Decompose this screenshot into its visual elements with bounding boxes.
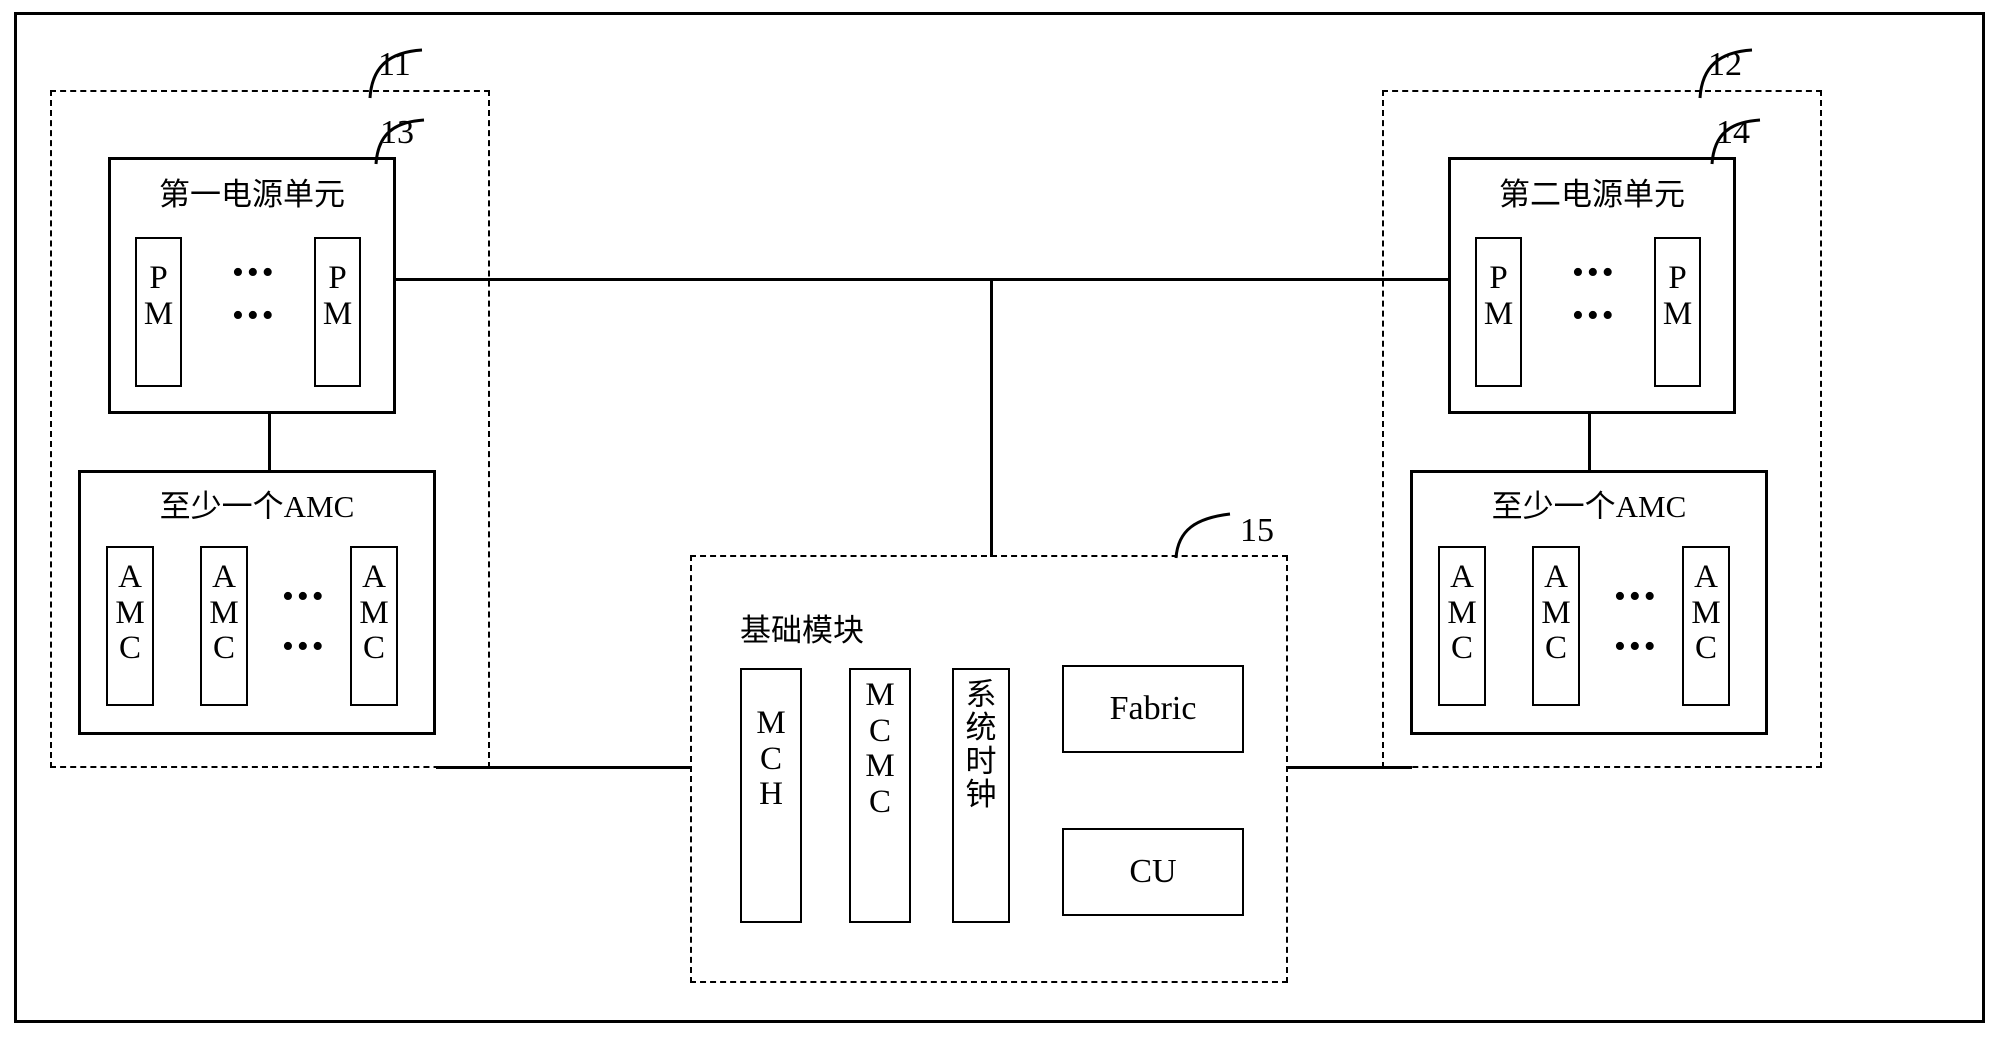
amc-module: A M C <box>350 546 398 706</box>
left-amc-group-title: 至少一个AMC <box>159 489 355 524</box>
connector-left-power-to-amc <box>268 414 271 474</box>
amc-ellipsis-top: ••• <box>1614 578 1659 615</box>
amc-line: C <box>1450 630 1473 667</box>
amc-module-label: A M C <box>1534 559 1578 667</box>
pm-module-label: P M <box>1477 260 1520 332</box>
amc-line: M <box>209 594 239 631</box>
system-clock-label: 系 统 时 钟 <box>954 678 1008 812</box>
power-bus-to-base-module <box>990 278 993 557</box>
second-power-unit-title: 第二电源单元 <box>1499 177 1685 212</box>
amc-module-label: A M C <box>108 559 152 667</box>
amc-module: A M C <box>1532 546 1580 706</box>
amc-module-label: A M C <box>352 559 396 667</box>
ref-number-15: 15 <box>1240 512 1274 549</box>
pm-ellipsis-bottom: ••• <box>1572 297 1617 334</box>
pm-line: M <box>1662 295 1693 332</box>
diagram-canvas: 11 第一电源单元 13 P M P M ••• ••• 至少一个AMC A M… <box>0 0 1999 1037</box>
fabric-block: Fabric <box>1062 665 1244 753</box>
ref-number-11: 11 <box>378 46 411 83</box>
mcmc-line: C <box>868 712 891 749</box>
amc-line: A <box>1544 559 1568 595</box>
pm-line: M <box>1483 295 1514 332</box>
amc-module-label: A M C <box>1684 559 1728 667</box>
cu-block-label: CU <box>1129 853 1177 890</box>
mcmc-block: M C M C <box>849 668 911 923</box>
amc-line: M <box>1541 594 1571 631</box>
mcmc-line: M <box>865 748 895 785</box>
pm-module: P M <box>1654 237 1701 387</box>
leader-line-15 <box>1174 512 1231 559</box>
left-amc-to-base-link <box>436 766 692 769</box>
amc-ellipsis-bottom: ••• <box>1614 628 1659 665</box>
pm-module: P M <box>1475 237 1522 387</box>
pm-module-label: P M <box>316 260 359 332</box>
amc-ellipsis-top: ••• <box>282 578 327 615</box>
pm-line: M <box>143 295 174 332</box>
fabric-block-label: Fabric <box>1109 690 1197 727</box>
amc-line: C <box>1544 630 1567 667</box>
system-clock-block: 系 统 时 钟 <box>952 668 1010 923</box>
pm-module: P M <box>135 237 182 387</box>
pm-line: M <box>322 295 353 332</box>
pm-line: P <box>328 260 347 296</box>
pm-ellipsis-bottom: ••• <box>232 297 277 334</box>
amc-line: M <box>359 594 389 631</box>
first-power-unit-title: 第一电源单元 <box>159 177 345 212</box>
amc-module: A M C <box>1682 546 1730 706</box>
system-clock-line: 钟 <box>965 777 997 813</box>
amc-module-label: A M C <box>1440 559 1484 667</box>
amc-line: A <box>212 559 236 595</box>
mch-line: H <box>759 776 783 813</box>
amc-module: A M C <box>200 546 248 706</box>
pm-line: P <box>1489 260 1508 296</box>
amc-line: M <box>1447 594 1477 631</box>
amc-line: C <box>118 630 141 667</box>
cu-block: CU <box>1062 828 1244 916</box>
mch-line: C <box>759 740 782 777</box>
ref-number-13: 13 <box>380 114 414 151</box>
right-amc-group-title: 至少一个AMC <box>1491 489 1687 524</box>
pm-module-label: P M <box>1656 260 1699 332</box>
amc-line: M <box>115 594 145 631</box>
amc-line: M <box>1691 594 1721 631</box>
pm-line: P <box>149 260 168 296</box>
amc-line: C <box>362 630 385 667</box>
amc-line: A <box>118 559 142 595</box>
amc-module: A M C <box>106 546 154 706</box>
power-bus-horizontal <box>396 278 1448 281</box>
amc-module-label: A M C <box>202 559 246 667</box>
amc-line: A <box>1694 559 1718 595</box>
amc-line: A <box>362 559 386 595</box>
amc-ellipsis-bottom: ••• <box>282 628 327 665</box>
system-clock-line: 系 <box>965 677 997 712</box>
mch-line: M <box>756 705 786 741</box>
pm-module-label: P M <box>137 260 180 332</box>
ref-number-12: 12 <box>1708 46 1742 83</box>
pm-ellipsis-top: ••• <box>1572 254 1617 291</box>
mcmc-block-label: M C M C <box>851 677 909 821</box>
amc-line: C <box>212 630 235 667</box>
ref-number-14: 14 <box>1716 114 1750 151</box>
mcmc-line: M <box>865 677 895 713</box>
system-clock-line: 统 <box>965 710 997 746</box>
right-amc-to-base-link <box>1286 766 1412 769</box>
mch-block-label: M C H <box>742 705 800 813</box>
connector-right-power-to-amc <box>1588 414 1591 474</box>
amc-line: A <box>1450 559 1474 595</box>
amc-module: A M C <box>1438 546 1486 706</box>
pm-ellipsis-top: ••• <box>232 254 277 291</box>
amc-line: C <box>1694 630 1717 667</box>
mcmc-line: C <box>868 783 891 820</box>
base-module-title: 基础模块 <box>740 613 864 648</box>
pm-module: P M <box>314 237 361 387</box>
mch-block: M C H <box>740 668 802 923</box>
pm-line: P <box>1668 260 1687 296</box>
system-clock-line: 时 <box>965 743 997 779</box>
